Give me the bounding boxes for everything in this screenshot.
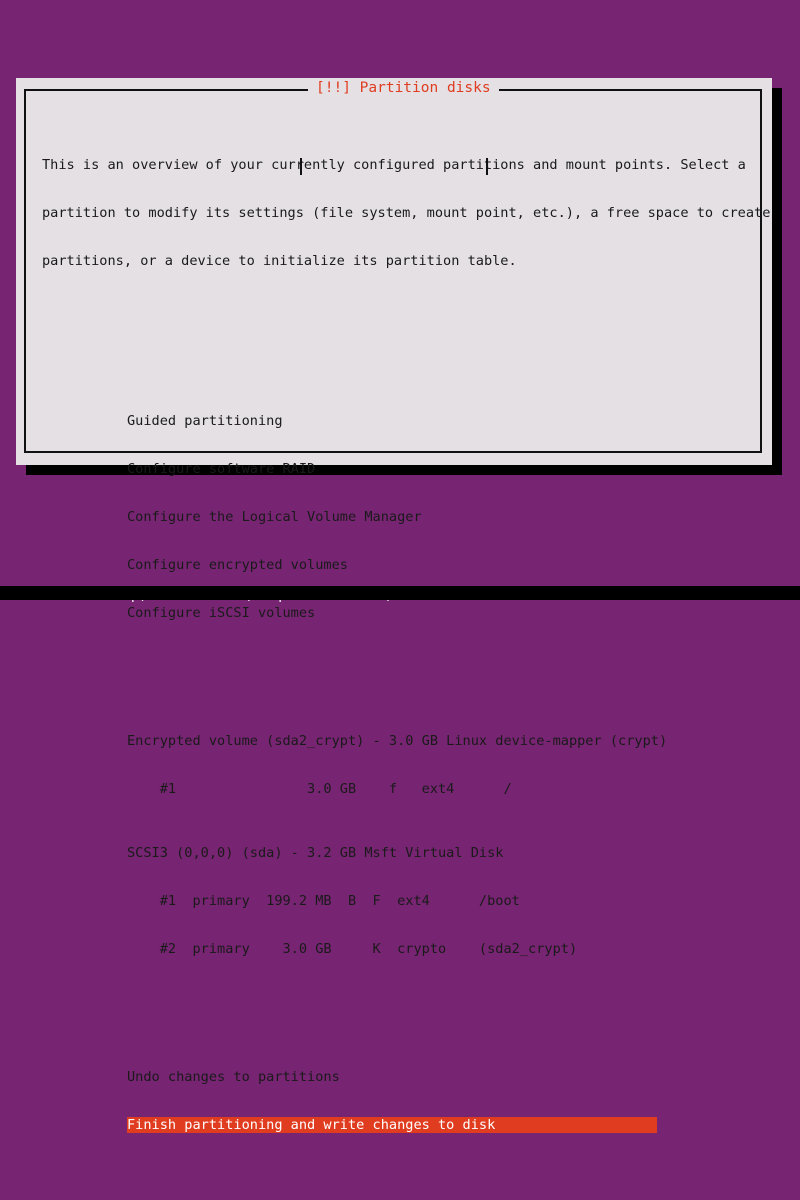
action-undo-changes[interactable]: Undo changes to partitions <box>127 1069 748 1085</box>
device-header-scsi3-sda[interactable]: SCSI3 (0,0,0) (sda) - 3.2 GB Msft Virtua… <box>127 845 748 861</box>
menu-item-configure-lvm[interactable]: Configure the Logical Volume Manager <box>127 509 748 525</box>
spacer-after-menu <box>127 669 748 685</box>
spacer-after-intro <box>42 317 748 333</box>
status-bar: <F1> for help; <Tab> moves; <Space> sele… <box>0 568 800 603</box>
dialog-content: This is an overview of your currently co… <box>42 109 771 1200</box>
installer-screen: This is an overview of your currently co… <box>0 0 800 1133</box>
intro-line-1: This is an overview of your currently co… <box>42 157 746 173</box>
intro-line-3: partitions, or a device to initialize it… <box>42 253 517 269</box>
partition-row-crypt-1[interactable]: #1 3.0 GB f ext4 / <box>127 781 748 797</box>
menu-item-configure-iscsi-volumes[interactable]: Configure iSCSI volumes <box>127 605 748 621</box>
dialog-title: [!!] Partition disks <box>308 80 499 96</box>
action-finish-partitioning-row[interactable]: Finish partitioning and write changes to… <box>127 1117 748 1133</box>
action-finish-partitioning[interactable]: Finish partitioning and write changes to… <box>127 1117 657 1133</box>
dialog-frame: This is an overview of your currently co… <box>24 89 770 1133</box>
partition-row-sda-1[interactable]: #1 primary 199.2 MB B F ext4 /boot <box>127 893 748 909</box>
menu-item-guided-partitioning[interactable]: Guided partitioning <box>127 413 748 429</box>
device-header-encrypted-volume[interactable]: Encrypted volume (sda2_crypt) - 3.0 GB L… <box>127 733 748 749</box>
partition-disks-dialog: This is an overview of your currently co… <box>16 78 772 1133</box>
intro-line-2: partition to modify its settings (file s… <box>42 205 771 221</box>
bottom-black-strip <box>0 586 800 600</box>
menu-item-configure-software-raid[interactable]: Configure software RAID <box>127 461 748 477</box>
menu-list: Guided partitioning Configure software R… <box>42 381 748 1165</box>
spacer-after-devices <box>127 1005 748 1021</box>
partition-row-sda-2[interactable]: #2 primary 3.0 GB K crypto (sda2_crypt) <box>127 941 748 957</box>
